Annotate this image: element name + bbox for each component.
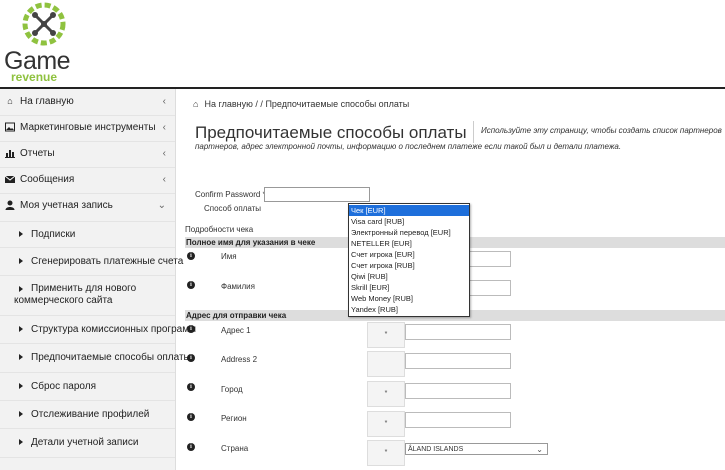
info-icon[interactable]: i: [187, 325, 195, 333]
sidebar-subitem-label: Применить для нового коммерческого сайта: [14, 283, 137, 306]
info-icon[interactable]: i: [187, 443, 195, 451]
payment-option[interactable]: Счет игрока [EUR]: [349, 249, 469, 260]
sidebar-subitem-label: Предпочитаемые способы оплаты: [31, 352, 191, 363]
surname-label: Фамилия: [221, 282, 255, 291]
sidebar-item-messages[interactable]: Сообщения ‹: [0, 167, 175, 194]
sidebar-subitem-generate-invoices[interactable]: Сгенерировать платежные счета: [0, 248, 183, 276]
page-description-line2: партнеров, адрес электронной почты, инфо…: [195, 142, 622, 151]
payment-method-label: Способ оплаты: [204, 204, 262, 213]
payment-option[interactable]: Visa card [RUB]: [349, 216, 469, 227]
sidebar-item-my-account[interactable]: Моя учетная запись ⌄: [0, 193, 175, 222]
sidebar-subitem-profile-tracking[interactable]: Отслеживание профилей: [0, 401, 175, 429]
breadcrumb: ⌂ На главную / / Предпочитаемые способы …: [193, 99, 409, 109]
info-icon[interactable]: i: [187, 354, 195, 362]
sidebar-subitem-account-details[interactable]: Детали учетной записи: [0, 429, 175, 458]
header: Game revenue: [0, 0, 725, 89]
triangle-right-icon: [19, 411, 23, 417]
envelope-icon: [4, 174, 16, 184]
sidebar-item-reports[interactable]: Отчеты ‹: [0, 141, 175, 168]
sidebar-subitem-subscriptions[interactable]: Подписки: [0, 221, 175, 248]
home-icon: ⌂: [7, 96, 13, 106]
triangle-right-icon: [19, 354, 23, 360]
chevron-left-icon: ‹: [162, 148, 166, 159]
country-select[interactable]: ÅLAND ISLANDS ⌄: [405, 443, 548, 455]
info-icon[interactable]: i: [187, 281, 195, 289]
chevron-down-icon: ⌄: [536, 445, 543, 454]
sidebar-item-label: Сообщения: [20, 174, 75, 185]
breadcrumb-home-link[interactable]: На главную: [205, 99, 253, 109]
payment-option[interactable]: Yandex [RUB]: [349, 304, 469, 315]
image-icon: [5, 122, 15, 132]
chevron-down-icon: ⌄: [157, 200, 166, 211]
check-details-label: Подробности чека: [185, 225, 254, 234]
bar-chart-icon: [5, 148, 15, 158]
info-icon[interactable]: i: [187, 413, 195, 421]
required-indicator: *: [367, 411, 405, 437]
sidebar-item-label: На главную: [20, 96, 74, 107]
triangle-right-icon: [19, 326, 23, 332]
sidebar-subitem-label: Сгенерировать платежные счета: [31, 256, 184, 267]
home-icon: ⌂: [193, 99, 199, 109]
triangle-right-icon: [19, 231, 23, 237]
sidebar-item-label: Моя учетная запись: [20, 200, 113, 211]
city-label: Город: [221, 385, 243, 394]
sidebar-subitem-commission-structure[interactable]: Структура комиссионных программ: [0, 316, 196, 344]
required-indicator: *: [367, 381, 405, 407]
payment-option[interactable]: Skrill [EUR]: [349, 282, 469, 293]
main-content: ⌂ На главную / / Предпочитаемые способы …: [176, 89, 725, 470]
required-indicator: *: [367, 440, 405, 466]
chevron-left-icon: ‹: [162, 174, 166, 185]
sidebar-subitem-label: Отслеживание профилей: [31, 409, 150, 420]
optional-indicator: [367, 351, 405, 377]
sidebar-subitem-label: Сброс пароля: [31, 381, 96, 392]
sidebar-item-marketing-tools[interactable]: Маркетинговые инструменты ‹: [0, 115, 175, 142]
info-icon[interactable]: i: [187, 383, 195, 391]
address2-input[interactable]: [405, 353, 511, 369]
address1-label: Адрес 1: [221, 326, 251, 335]
breadcrumb-current: Предпочитаемые способы оплаты: [265, 99, 410, 109]
sidebar-subitem-label: Структура комиссионных программ: [31, 324, 196, 335]
confirm-password-label: Confirm Password *: [195, 190, 266, 199]
sidebar-subitem-label: Детали учетной записи: [31, 437, 139, 448]
breadcrumb-separator: /: [255, 99, 258, 109]
payment-option[interactable]: Qiwi [RUB]: [349, 271, 469, 282]
address1-input[interactable]: [405, 324, 511, 340]
chevron-left-icon: ‹: [162, 122, 166, 133]
sidebar: ⌂ На главную ‹ Маркетинговые инструменты…: [0, 89, 196, 470]
breadcrumb-separator: /: [260, 99, 263, 109]
payment-option[interactable]: Чек [EUR]: [349, 205, 469, 216]
triangle-right-icon: [19, 258, 23, 264]
payment-option[interactable]: NETELLER [EUR]: [349, 238, 469, 249]
sidebar-subitem-reset-password[interactable]: Сброс пароля: [0, 373, 175, 401]
triangle-right-icon: [19, 383, 23, 389]
region-input[interactable]: [405, 412, 511, 428]
user-icon: [5, 200, 15, 210]
chevron-left-icon: ‹: [162, 96, 166, 107]
triangle-right-icon: [19, 439, 23, 445]
page-description-line1: Используйте эту страницу, чтобы создать …: [481, 126, 722, 135]
payment-option[interactable]: Электронный перевод [EUR]: [349, 227, 469, 238]
sidebar-subitem-label: Подписки: [31, 229, 76, 240]
address2-label: Address 2: [221, 355, 258, 364]
sidebar-item-home[interactable]: ⌂ На главную ‹: [0, 89, 175, 116]
logo-text-revenue: revenue: [11, 70, 58, 84]
sidebar-item-label: Маркетинговые инструменты: [20, 122, 156, 133]
required-indicator: *: [367, 322, 405, 348]
country-select-value: ÅLAND ISLANDS: [408, 446, 464, 453]
payment-option[interactable]: Счет игрока [RUB]: [349, 260, 469, 271]
page-title: Предпочитаемые способы оплаты: [195, 123, 467, 142]
sidebar-item-label: Отчеты: [20, 148, 55, 159]
sidebar-subitem-apply-new-site[interactable]: Применить для нового коммерческого сайта: [0, 276, 175, 316]
name-label: Имя: [221, 252, 237, 261]
country-label: Страна: [221, 444, 249, 453]
info-icon[interactable]: i: [187, 252, 195, 260]
city-input[interactable]: [405, 383, 511, 399]
region-label: Регион: [221, 414, 247, 423]
title-divider: [473, 121, 474, 143]
payment-method-dropdown[interactable]: Чек [EUR] Visa card [RUB] Электронный пе…: [348, 203, 470, 317]
confirm-password-input[interactable]: [264, 187, 370, 202]
sidebar-subitem-payment-methods[interactable]: Предпочитаемые способы оплаты: [0, 344, 191, 373]
payment-option[interactable]: Web Money [RUB]: [349, 293, 469, 304]
